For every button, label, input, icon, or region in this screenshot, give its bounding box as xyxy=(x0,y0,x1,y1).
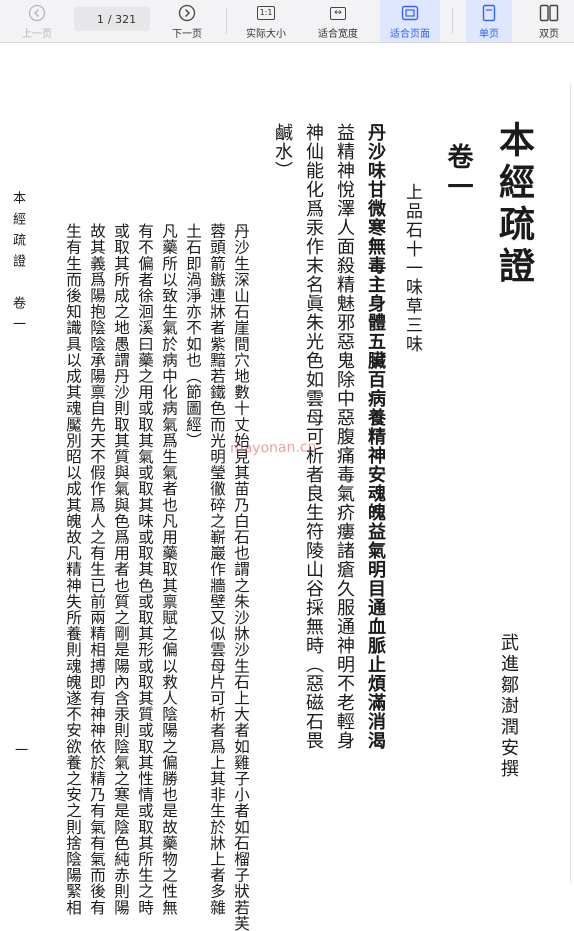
single-page-label: 单页 xyxy=(479,29,499,40)
toolbar-divider xyxy=(226,8,227,34)
single-page-button[interactable]: 单页 xyxy=(466,0,512,42)
fit-page-label: 适合页面 xyxy=(390,29,430,40)
next-page-label: 下一页 xyxy=(172,29,202,40)
commentary-line: 故其義爲陽抱陰陰承陽禀自先天不假作爲人之有生已前兩精相搏即有神神依於精乃有氣有氣… xyxy=(88,223,106,916)
actual-size-icon-text: 1:1 xyxy=(256,6,276,20)
fit-width-icon: ↔ xyxy=(330,3,346,23)
toolbar-divider xyxy=(452,8,453,34)
double-page-button[interactable]: 双页 xyxy=(526,0,572,42)
double-page-label: 双页 xyxy=(539,29,559,40)
fit-width-label: 适合宽度 xyxy=(318,29,358,40)
main-text-line: 神仙能化爲汞作末名眞朱光色如雲母可析者良生符陵山谷採無時（惡磁石畏 xyxy=(303,123,324,750)
fit-width-button[interactable]: ↔ 适合宽度 xyxy=(308,0,368,42)
page-edge-divider xyxy=(570,83,571,883)
commentary-line: 凡藥所以致生氣於病中化病氣爲生氣者也凡用藥取其禀賦之偏以救人陰陽之偏勝也是故藥物… xyxy=(160,223,178,916)
author-line: 武進鄒澍潤安撰 xyxy=(498,633,519,780)
page-indicator: / 321 xyxy=(74,7,150,31)
chevron-down-icon xyxy=(178,3,196,23)
commentary-line: 丹沙生深山石崖間穴地數十丈始見其苗乃白石也謂之朱沙牀沙生石上大者如雞子小者如石榴… xyxy=(232,223,250,931)
commentary-line: 生有生而後知識具以成其魂魘別昭以成其魄故凡精神失所養則魂魄遂不安欲養之安之則捨陰… xyxy=(64,223,82,916)
watermark: mayonan.cn xyxy=(229,439,317,457)
page-total: / 321 xyxy=(107,12,137,26)
chevron-up-icon xyxy=(28,3,46,23)
commentary-line: 或取其所成之地愚謂丹沙則取其質與氣與色爲用者也質之剛是陽內含汞則陰氣之寒是陰色純… xyxy=(112,223,130,916)
main-text-line: 益精神悅澤人面殺精魅邪惡鬼除中惡腹痛毒氣疥瘻諸瘡久服通神明不老輕身 xyxy=(334,123,355,750)
margin-title: 本經疏證 卷一 xyxy=(10,191,25,338)
page-number-input[interactable] xyxy=(87,12,104,26)
next-page-button[interactable]: 下一页 xyxy=(162,0,212,42)
commentary-line: 有不偏者徐洄溪曰藥之用或取其氣或取其味或取其色或取其形或取其質或取其性情或取其所… xyxy=(136,223,154,916)
commentary-line: 蓉頭箭鏃連牀者紫黯若鐵色而光明瑩徹碎之嶄巖作牆壁又似雲母片可析者爲上其非生於牀上… xyxy=(208,223,226,916)
single-page-icon xyxy=(482,3,496,23)
double-page-icon xyxy=(539,3,559,23)
page-number: 一 xyxy=(12,743,27,756)
viewer-toolbar: 上一页 / 321 下一页 1:1 实际大小 ↔ 适合宽度 适合页面 单页 xyxy=(0,0,574,43)
document-page: 本經疏證 卷一 上品石十一味草三味 武進鄒澍潤安撰 丹沙味甘微寒無毒主身體五臟百… xyxy=(0,43,574,931)
main-text-line: 丹沙味甘微寒無毒主身體五臟百病養精神安魂魄益氣明目通血脈止煩滿消渴 xyxy=(365,123,386,750)
volume-heading: 卷一 xyxy=(443,143,473,203)
actual-size-label: 实际大小 xyxy=(246,29,286,40)
fit-width-icon-text: ↔ xyxy=(330,6,346,20)
section-heading: 上品石十一味草三味 xyxy=(402,183,422,354)
fit-page-button[interactable]: 适合页面 xyxy=(380,0,440,42)
actual-size-button[interactable]: 1:1 实际大小 xyxy=(238,0,294,42)
fit-page-icon xyxy=(401,3,419,23)
prev-page-button[interactable]: 上一页 xyxy=(12,0,62,42)
actual-size-icon: 1:1 xyxy=(256,3,276,23)
prev-page-label: 上一页 xyxy=(22,29,52,40)
main-text-line: 鹹水） xyxy=(272,123,293,180)
book-title: 本經疏證 xyxy=(493,121,535,289)
commentary-line: 土石即渦淨亦不如也（節圖經） xyxy=(184,223,202,449)
